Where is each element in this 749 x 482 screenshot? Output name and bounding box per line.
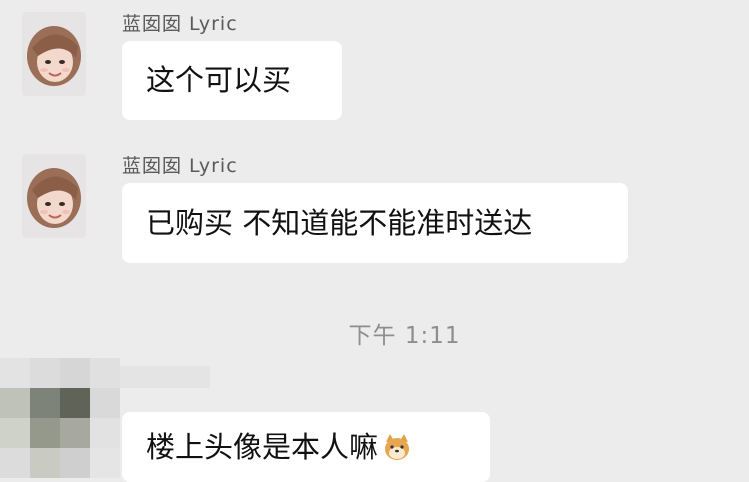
pixelated-sender-name: [120, 366, 210, 388]
timestamp: 下午 1:11: [348, 323, 461, 349]
avatar[interactable]: [22, 154, 86, 238]
shiba-dog-emoji-icon: [385, 434, 410, 460]
message-text: 已购买 不知道能不能准时送达: [146, 205, 533, 240]
message-bubble[interactable]: 这个可以买: [122, 41, 342, 120]
sender-name: 蓝囡囡 Lyric: [122, 155, 238, 177]
message-text: 楼上头像是本人嘛: [146, 429, 379, 464]
message-bubble[interactable]: 楼上头像是本人嘛: [122, 412, 490, 482]
avatar[interactable]: [22, 12, 86, 96]
pixelated-avatar[interactable]: [0, 358, 120, 478]
avatar-portrait-image: [22, 12, 86, 96]
message-text: 这个可以买: [146, 63, 292, 97]
sender-name: 蓝囡囡 Lyric: [122, 13, 238, 35]
message-bubble[interactable]: 已购买 不知道能不能准时送达: [122, 183, 628, 263]
avatar-portrait-image: [22, 154, 86, 238]
